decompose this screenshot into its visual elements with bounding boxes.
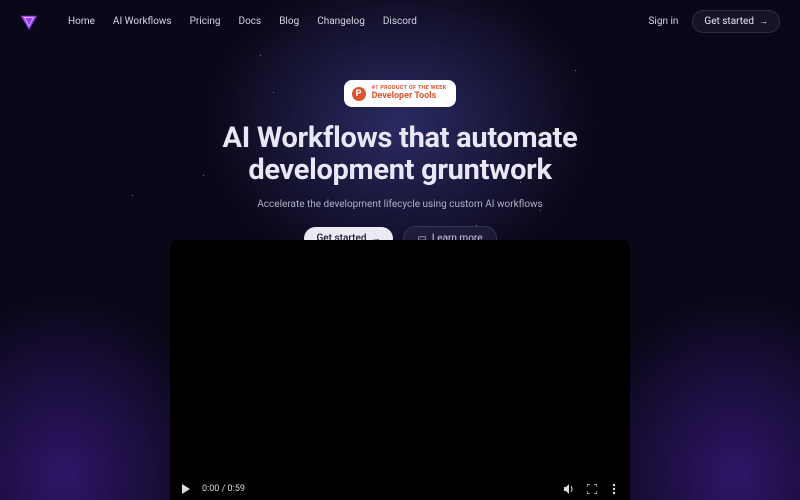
nav-blog[interactable]: Blog [279,16,299,27]
video-player[interactable]: 0:00 / 0:59 [170,240,630,500]
ph-title: Developer Tools [372,92,447,101]
arrow-right-icon: → [759,16,768,27]
hero-subtitle: Accelerate the development lifecycle usi… [257,199,542,210]
logo[interactable] [20,13,38,31]
video-controls: 0:00 / 0:59 [170,478,630,500]
producthunt-text: #1 Product of the Week Developer Tools [372,86,447,101]
hero: P #1 Product of the Week Developer Tools… [0,80,800,251]
nav-changelog[interactable]: Changelog [317,16,365,27]
header: Home AI Workflows Pricing Docs Blog Chan… [0,0,800,43]
volume-icon[interactable] [564,483,576,495]
nav-pricing[interactable]: Pricing [190,16,221,27]
menu-icon[interactable] [608,483,620,495]
nav-docs[interactable]: Docs [239,16,262,27]
fullscreen-icon[interactable] [586,483,598,495]
producthunt-icon: P [352,87,366,101]
get-started-header-label: Get started [704,16,754,27]
hero-title: AI Workflows that automate development g… [170,123,630,187]
producthunt-badge[interactable]: P #1 Product of the Week Developer Tools [344,80,457,107]
nav-discord[interactable]: Discord [383,16,417,27]
video-time: 0:00 / 0:59 [202,484,245,494]
sign-in-link[interactable]: Sign in [648,16,678,27]
play-icon[interactable] [180,483,192,495]
nav-ai-workflows[interactable]: AI Workflows [113,16,172,27]
nav-home[interactable]: Home [68,16,95,27]
get-started-header-button[interactable]: Get started → [692,10,780,33]
header-right: Sign in Get started → [648,10,780,33]
main-nav: Home AI Workflows Pricing Docs Blog Chan… [68,16,417,27]
